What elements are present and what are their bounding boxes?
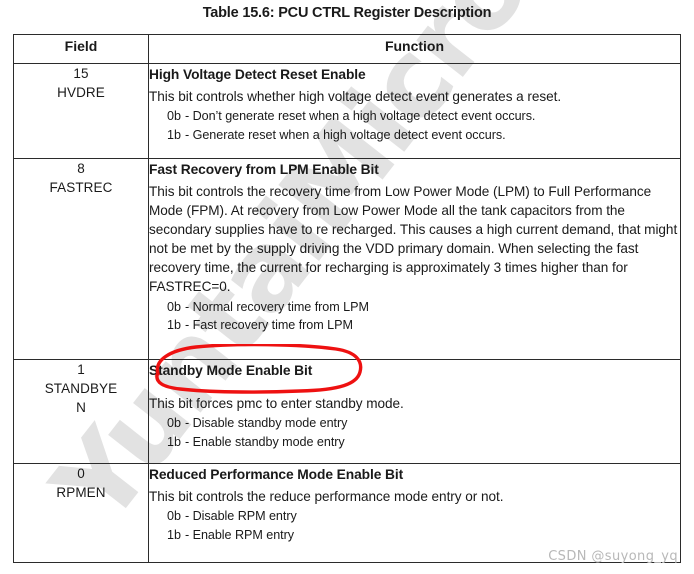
table-caption: Table 15.6: PCU CTRL Register Descriptio…	[202, 5, 492, 21]
function-description: This bit controls the reduce performance…	[149, 489, 504, 505]
bit-value-code: 0b	[167, 109, 181, 124]
field-bit-name-line1: STANDBYE	[44, 381, 118, 397]
field-cell-fastrec: 8 FASTREC	[13, 158, 149, 360]
function-description: This bit controls whether high voltage d…	[149, 89, 562, 105]
bit-value-description: - Enable RPM entry	[185, 527, 294, 542]
bit-value-item: 0b - Disable RPM entry	[149, 507, 680, 525]
table-row: 0 RPMEN Reduced Performance Mode Enable …	[13, 463, 681, 563]
bit-value-code: 1b	[167, 434, 181, 449]
function-cell-standbyen: Standby Mode Enable Bit This bit forces …	[148, 359, 681, 464]
bit-value-item: 1b - Enable standby mode entry	[149, 433, 680, 451]
csdn-credit-watermark: CSDN @suyong_yq	[548, 549, 678, 564]
field-cell-rpmen: 0 RPMEN	[13, 463, 149, 563]
field-bit-number: 8	[77, 161, 85, 176]
function-heading: Standby Mode Enable Bit	[149, 363, 313, 378]
bit-value-description: - Enable standby mode entry	[185, 434, 345, 449]
bit-value-code: 0b	[167, 509, 181, 524]
bit-value-description: - Disable RPM entry	[185, 509, 297, 524]
table-row: 1 STANDBYE N Standby Mode Enable Bit Thi…	[13, 359, 681, 464]
bit-value-item: 1b - Generate reset when a high voltage d…	[149, 126, 680, 144]
field-cell-hvdre: 15 HVDRE	[13, 63, 149, 159]
field-bit-name: HVDRE	[57, 85, 105, 101]
bit-value-description: - Generate reset when a high voltage det…	[185, 127, 506, 142]
field-bit-name: FASTREC	[49, 180, 113, 196]
field-bit-name-line2: N	[76, 400, 86, 416]
bit-value-list: 0b - Normal recovery time from LPM 1b - Fa…	[149, 298, 680, 335]
bit-value-description: - Fast recovery time from LPM	[185, 317, 353, 332]
bit-value-code: 0b	[167, 299, 181, 314]
function-heading: High Voltage Detect Reset Enable	[149, 67, 366, 82]
function-cell-rpmen: Reduced Performance Mode Enable Bit This…	[148, 463, 681, 563]
field-bit-number: 15	[73, 66, 89, 81]
pcu-ctrl-register-table: Field Function 15 HVDRE High Voltage Det…	[13, 34, 681, 563]
bit-value-description: - Disable standby mode entry	[185, 416, 348, 431]
field-bit-number: 0	[77, 466, 85, 481]
bit-value-list: 0b - Disable RPM entry 1b - Enable RPM ent…	[149, 507, 680, 544]
bit-value-item: 0b - Don’t generate reset when a high vol…	[149, 107, 680, 125]
bit-value-item: 1b - Enable RPM entry	[149, 526, 680, 544]
bit-value-description: - Don’t generate reset when a high volta…	[185, 109, 536, 124]
table-header-row: Field Function	[13, 34, 681, 64]
function-description: This bit controls the recovery time from…	[149, 184, 678, 295]
function-heading: Reduced Performance Mode Enable Bit	[149, 467, 404, 482]
highlighted-heading-wrapper: Standby Mode Enable Bit	[149, 360, 312, 382]
field-bit-number: 1	[77, 362, 85, 377]
bit-value-list: 0b - Don’t generate reset when a high vol…	[149, 107, 680, 144]
function-description: This bit forces pmc to enter standby mod…	[149, 396, 404, 412]
function-heading: Fast Recovery from LPM Enable Bit	[149, 162, 379, 177]
bit-value-item: 0b - Disable standby mode entry	[149, 414, 680, 432]
column-header-field: Field	[13, 34, 149, 64]
bit-value-code: 1b	[167, 127, 181, 142]
function-cell-fastrec: Fast Recovery from LPM Enable Bit This b…	[148, 158, 681, 360]
bit-value-code: 1b	[167, 317, 181, 332]
bit-value-code: 0b	[167, 416, 181, 431]
bit-value-description: - Normal recovery time from LPM	[185, 299, 369, 314]
field-cell-standbyen: 1 STANDBYE N	[13, 359, 149, 464]
function-cell-hvdre: High Voltage Detect Reset Enable This bi…	[148, 63, 681, 159]
bit-value-list: 0b - Disable standby mode entry 1b - Enabl…	[149, 414, 680, 451]
table-row: 8 FASTREC Fast Recovery from LPM Enable …	[13, 158, 681, 360]
column-header-function: Function	[148, 34, 681, 64]
table-row: 15 HVDRE High Voltage Detect Reset Enabl…	[13, 63, 681, 159]
bit-value-item: 0b - Normal recovery time from LPM	[149, 298, 680, 316]
bit-value-code: 1b	[167, 527, 181, 542]
bit-value-item: 1b - Fast recovery time from LPM	[149, 316, 680, 334]
field-bit-name: RPMEN	[56, 485, 106, 501]
